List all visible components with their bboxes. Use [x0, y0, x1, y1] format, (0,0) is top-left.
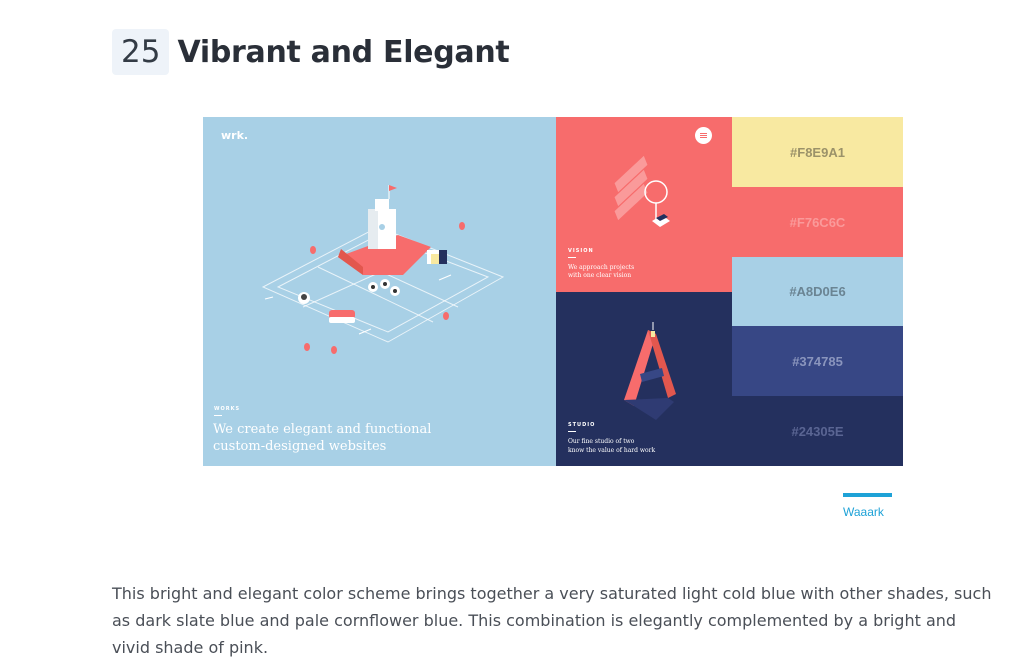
- section-number: 25: [112, 29, 170, 75]
- works-text-line-1: We create elegant and functional: [213, 422, 432, 437]
- color-swatch: #A8D0E6: [732, 257, 903, 326]
- color-swatch: #374785: [732, 326, 903, 396]
- credit-accent-bar: [843, 493, 892, 497]
- palette-description: This bright and elegant color scheme bri…: [112, 584, 992, 657]
- vision-text-line-1: We approach projects: [568, 264, 635, 271]
- studio-panel: STUDIO Our fine studio of two know the v…: [556, 292, 732, 466]
- vision-text-line-2: with one clear vision: [568, 272, 632, 279]
- works-text-line-2: custom-designed websites: [213, 439, 387, 454]
- studio-divider: [568, 431, 576, 432]
- works-caption: WORKS: [214, 406, 241, 412]
- vision-caption: VISION: [568, 248, 594, 254]
- works-divider: [214, 415, 222, 416]
- color-swatch: #24305E: [732, 396, 903, 466]
- studio-text-line-1: Our fine studio of two: [568, 438, 635, 445]
- works-panel: wrk. WORKS We create elegant and functio…: [203, 117, 556, 466]
- studio-caption: STUDIO: [568, 422, 596, 428]
- section-heading: 25 Vibrant and Elegant: [112, 27, 510, 77]
- isometric-boat-illustration: [261, 185, 505, 354]
- credit-link[interactable]: Waaark: [843, 505, 884, 519]
- palette-showcase-image: wrk. WORKS We create elegant and functio…: [203, 117, 903, 466]
- color-swatch: #F8E9A1: [732, 117, 903, 187]
- color-swatch: #F76C6C: [732, 187, 903, 257]
- studio-text-line-2: know the value of hard work: [568, 447, 656, 454]
- section-title: Vibrant and Elegant: [177, 34, 510, 70]
- vision-divider: [568, 257, 576, 258]
- vision-panel: VISION We approach projects with one cle…: [556, 117, 732, 292]
